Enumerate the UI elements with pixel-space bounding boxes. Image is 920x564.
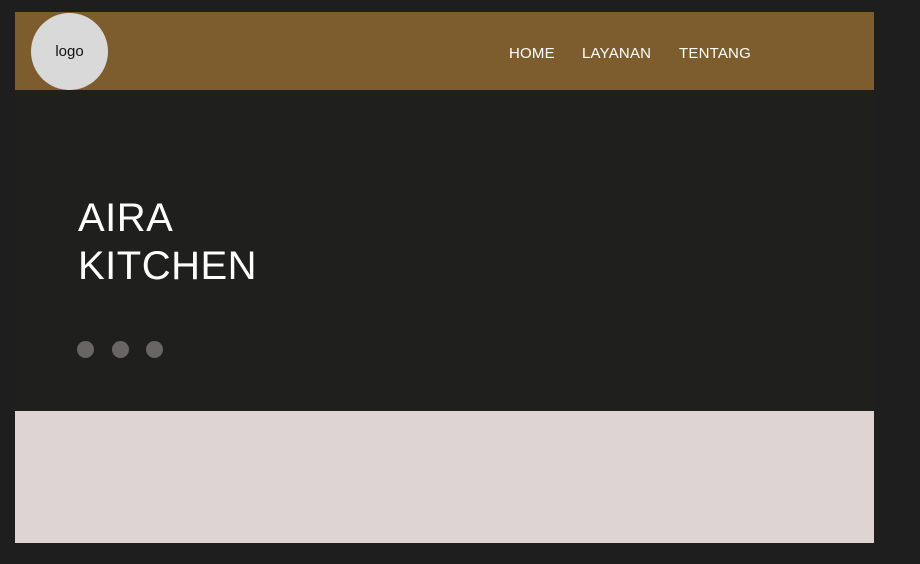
nav-item-layanan[interactable]: LAYANAN — [582, 45, 651, 62]
carousel-dot[interactable] — [77, 341, 94, 358]
site-header: logo HOME LAYANAN TENTANG — [15, 12, 874, 90]
hero-title-line-1: AIRA — [78, 196, 174, 240]
nav-item-tentang[interactable]: TENTANG — [679, 45, 751, 62]
hero-title-line-2: KITCHEN — [78, 244, 258, 288]
content-band — [15, 411, 874, 543]
carousel-dot[interactable] — [146, 341, 163, 358]
nav-item-home[interactable]: HOME — [509, 45, 555, 62]
logo-text: logo — [55, 43, 84, 60]
hero-title: AIRA KITCHEN — [78, 194, 257, 290]
carousel-dot[interactable] — [112, 341, 129, 358]
page-frame: logo HOME LAYANAN TENTANG AIRA KITCHEN — [15, 12, 874, 543]
logo[interactable]: logo — [31, 13, 108, 90]
